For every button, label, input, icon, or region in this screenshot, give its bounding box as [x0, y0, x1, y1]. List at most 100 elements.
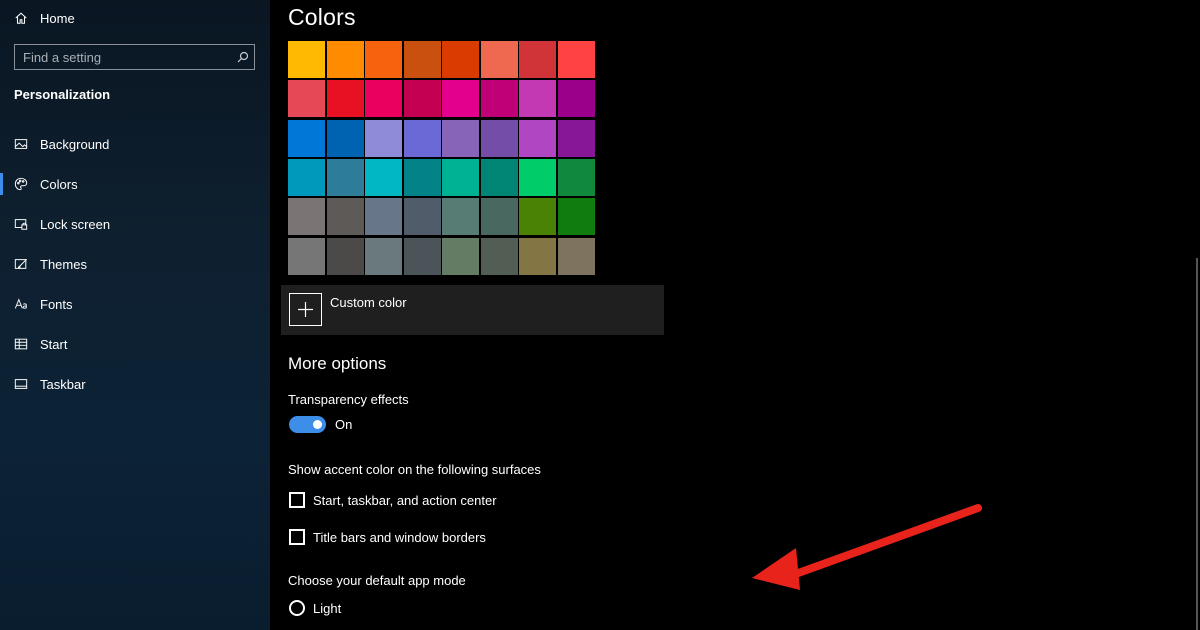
picture-icon: [14, 139, 28, 149]
color-swatch[interactable]: [403, 80, 441, 118]
home-label: Home: [40, 10, 75, 26]
search-icon[interactable]: [232, 45, 254, 69]
checkbox-box[interactable]: [289, 492, 305, 508]
radio-label: Light: [313, 600, 342, 616]
color-swatch[interactable]: [519, 237, 556, 275]
transparency-state: On: [335, 417, 353, 432]
custom-color-label: Custom color: [330, 295, 407, 310]
lock-screen-icon: [14, 219, 28, 230]
checkbox-box[interactable]: [289, 529, 305, 545]
accent-color-palette: [288, 41, 596, 277]
color-swatch[interactable]: [557, 119, 595, 157]
color-swatch[interactable]: [326, 41, 364, 78]
color-swatch[interactable]: [326, 158, 364, 196]
sidebar-item-label: Taskbar: [40, 376, 86, 392]
start-taskbar-checkbox[interactable]: Start, taskbar, and action center: [289, 492, 497, 508]
sidebar-item-label: Lock screen: [40, 216, 111, 232]
color-swatch[interactable]: [442, 41, 479, 78]
color-swatch[interactable]: [519, 41, 556, 78]
radio-circle[interactable]: [289, 600, 305, 616]
palette-icon: [14, 177, 28, 191]
color-swatch[interactable]: [403, 198, 441, 236]
sidebar-item-themes[interactable]: Themes: [0, 244, 270, 284]
color-swatch[interactable]: [365, 237, 402, 275]
toggle-knob: [313, 420, 322, 429]
color-swatch[interactable]: [480, 198, 518, 236]
color-swatch[interactable]: [480, 237, 518, 275]
plus-icon: [289, 293, 322, 326]
color-swatch[interactable]: [288, 119, 325, 157]
sidebar-nav: Background Colors Lock screen Themes Fon…: [0, 124, 270, 404]
color-swatch[interactable]: [557, 198, 595, 236]
more-options-heading: More options: [288, 354, 387, 373]
sidebar-item-label: Colors: [40, 176, 78, 192]
color-swatch[interactable]: [442, 119, 479, 157]
color-swatch[interactable]: [519, 119, 556, 157]
color-swatch[interactable]: [365, 119, 402, 157]
color-swatch[interactable]: [365, 80, 402, 118]
app-mode-label: Choose your default app mode: [288, 573, 466, 588]
annotation-arrow: [752, 504, 982, 590]
color-swatch[interactable]: [326, 198, 364, 236]
sidebar-item-label: Background: [40, 136, 110, 152]
color-swatch[interactable]: [519, 158, 556, 196]
home-link[interactable]: Home: [14, 8, 75, 28]
color-swatch[interactable]: [557, 41, 595, 78]
section-title: Personalization: [14, 87, 111, 102]
color-swatch[interactable]: [480, 41, 518, 78]
search-box[interactable]: [14, 44, 255, 70]
color-swatch[interactable]: [442, 158, 479, 196]
color-swatch[interactable]: [288, 158, 325, 196]
color-swatch[interactable]: [557, 158, 595, 196]
scrollbar[interactable]: [1196, 258, 1198, 630]
color-swatch[interactable]: [403, 119, 441, 157]
color-swatch[interactable]: [326, 237, 364, 275]
accent-surfaces-label: Show accent color on the following surfa…: [288, 462, 541, 477]
sidebar-item-label: Fonts: [40, 296, 73, 312]
custom-color-button[interactable]: Custom color: [281, 285, 664, 335]
sidebar-item-background[interactable]: Background: [0, 124, 270, 164]
color-swatch[interactable]: [557, 237, 595, 275]
color-swatch[interactable]: [480, 119, 518, 157]
sidebar-item-colors[interactable]: Colors: [0, 164, 270, 204]
color-swatch[interactable]: [557, 80, 595, 118]
color-swatch[interactable]: [480, 80, 518, 118]
color-swatch[interactable]: [288, 80, 325, 118]
color-swatch[interactable]: [365, 198, 402, 236]
sidebar-item-fonts[interactable]: Fonts: [0, 284, 270, 324]
checkbox-label: Title bars and window borders: [313, 529, 486, 545]
transparency-toggle[interactable]: [289, 416, 326, 433]
color-swatch[interactable]: [326, 80, 364, 118]
color-swatch[interactable]: [288, 41, 325, 78]
checkbox-label: Start, taskbar, and action center: [313, 492, 497, 508]
color-swatch[interactable]: [442, 198, 479, 236]
color-swatch[interactable]: [519, 80, 556, 118]
color-swatch[interactable]: [403, 41, 441, 78]
sidebar-item-label: Start: [40, 336, 68, 352]
color-swatch[interactable]: [403, 237, 441, 275]
start-icon: [14, 338, 28, 350]
color-swatch[interactable]: [365, 158, 402, 196]
color-swatch[interactable]: [288, 198, 325, 236]
color-swatch[interactable]: [326, 119, 364, 157]
sidebar-item-taskbar[interactable]: Taskbar: [0, 364, 270, 404]
sidebar-item-lock-screen[interactable]: Lock screen: [0, 204, 270, 244]
color-swatch[interactable]: [442, 80, 479, 118]
transparency-label: Transparency effects: [288, 392, 409, 407]
color-swatch[interactable]: [403, 158, 441, 196]
color-swatch[interactable]: [365, 41, 402, 78]
font-icon: [14, 298, 27, 309]
home-icon: [15, 12, 27, 24]
sidebar-item-start[interactable]: Start: [0, 324, 270, 364]
color-swatch[interactable]: [288, 237, 325, 275]
title-bars-checkbox[interactable]: Title bars and window borders: [289, 529, 486, 545]
light-mode-radio[interactable]: Light: [289, 600, 341, 616]
color-swatch[interactable]: [519, 198, 556, 236]
sidebar-item-label: Themes: [40, 256, 87, 272]
sidebar: Home Personalization Background Colors: [0, 0, 270, 630]
page-title: Colors: [288, 4, 356, 30]
brush-icon: [14, 258, 28, 269]
search-input[interactable]: [15, 45, 232, 69]
color-swatch[interactable]: [480, 158, 518, 196]
color-swatch[interactable]: [442, 237, 479, 275]
